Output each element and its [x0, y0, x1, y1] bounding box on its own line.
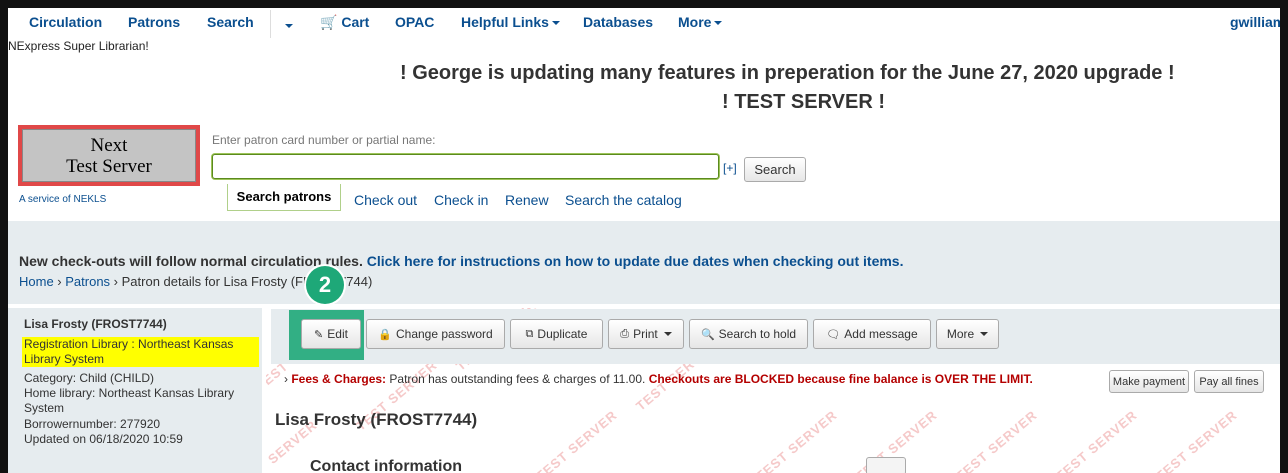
top-navigation: Circulation Patrons Search 🛒 Cart OPAC H… — [8, 8, 1280, 38]
next-test-server-logo[interactable]: Next Test Server — [18, 125, 200, 186]
printer-icon: ⎙ — [620, 327, 630, 340]
duplicate-button[interactable]: ⧉ Duplicate — [510, 319, 603, 349]
print-button[interactable]: ⎙ Print — [608, 319, 684, 349]
edit-label: Edit — [327, 327, 348, 341]
nekls-link[interactable]: A service of NEKLS — [19, 194, 106, 205]
nav-circulation[interactable]: Circulation — [29, 14, 102, 30]
patron-title: Lisa Frosty (FROST7744) — [275, 410, 478, 429]
nav-divider — [270, 10, 271, 38]
user-title: NExpress Super Librarian! — [8, 39, 149, 53]
checkouts-blocked-text: Checkouts are BLOCKED because fine balan… — [648, 372, 1033, 386]
step-number-badge: 2 — [306, 266, 344, 304]
tab-check-in[interactable]: Check in — [434, 192, 488, 208]
breadcrumb-home[interactable]: Home — [19, 274, 54, 289]
search-button[interactable]: Search — [744, 157, 806, 182]
advanced-search-toggle[interactable]: [+] — [723, 161, 737, 175]
comment-icon: 🗨 — [826, 328, 841, 341]
chevron-down-icon — [551, 21, 560, 26]
nav-more-label: More — [678, 14, 712, 30]
change-password-button[interactable]: 🔒 Change password — [366, 319, 505, 349]
change-password-label: Change password — [395, 327, 493, 341]
announcement-line1: ! George is updating many features in pr… — [400, 62, 1175, 84]
patron-category: Category: Child (CHILD) — [24, 371, 155, 385]
nav-databases[interactable]: Databases — [583, 14, 653, 30]
search-to-hold-label: Search to hold — [718, 327, 797, 341]
fees-alert: › Fees & Charges: Patron has outstanding… — [284, 372, 1033, 386]
tab-search-catalog[interactable]: Search the catalog — [565, 192, 682, 208]
chevron-down-icon — [980, 332, 989, 336]
patron-search-input[interactable] — [212, 154, 719, 179]
chevron-down-icon — [285, 24, 293, 29]
bullet-icon: › — [284, 372, 288, 386]
nav-helpful-links[interactable]: Helpful Links — [461, 14, 560, 30]
fees-label: Fees & Charges: — [291, 372, 387, 386]
pencil-icon: ✎ — [314, 328, 324, 341]
patron-home-library: Home library: Northeast Kansas Library S… — [24, 386, 235, 415]
logo-panel: Next Test Server — [22, 129, 196, 182]
nav-cart-label: Cart — [341, 14, 370, 30]
print-label: Print — [633, 327, 658, 341]
edit-section-button[interactable] — [866, 457, 906, 473]
breadcrumb-patrons[interactable]: Patrons — [65, 274, 110, 289]
logo-line1: Next — [90, 134, 128, 156]
nav-patrons[interactable]: Patrons — [128, 14, 180, 30]
registration-library: Registration Library : Northeast Kansas … — [22, 337, 259, 367]
instructions-link[interactable]: Click here for instructions on how to up… — [367, 253, 904, 269]
nav-cart[interactable]: 🛒 Cart — [320, 14, 369, 31]
tab-check-out[interactable]: Check out — [354, 192, 417, 208]
nav-search-dropdown[interactable] — [282, 17, 293, 33]
more-label: More — [946, 327, 975, 341]
pay-all-fines-button[interactable]: Pay all fines — [1194, 370, 1264, 393]
copy-icon: ⧉ — [525, 327, 534, 340]
contact-information-heading: Contact information — [310, 458, 462, 473]
search-to-hold-button[interactable]: 🔍 Search to hold — [689, 319, 808, 349]
cart-icon: 🛒 — [320, 14, 338, 30]
circulation-rules-notice: New check-outs will follow normal circul… — [19, 253, 904, 269]
search-label: Enter patron card number or partial name… — [212, 133, 436, 147]
notice-text: New check-outs will follow normal circul… — [19, 253, 363, 269]
nav-opac[interactable]: OPAC — [395, 14, 434, 30]
nav-helpful-links-label: Helpful Links — [461, 14, 549, 30]
tab-renew[interactable]: Renew — [505, 192, 549, 208]
fees-text: Patron has outstanding fees & charges of… — [389, 372, 646, 386]
add-message-button[interactable]: 🗨 Add message — [813, 319, 931, 349]
patron-updated: Updated on 06/18/2020 10:59 — [24, 432, 183, 446]
logo-line2: Test Server — [66, 155, 152, 177]
nav-search[interactable]: Search — [207, 14, 254, 30]
add-message-label: Add message — [844, 327, 918, 341]
patron-name: Lisa Frosty (FROST7744) — [24, 317, 167, 331]
tab-search-patrons[interactable]: Search patrons — [227, 184, 341, 211]
duplicate-label: Duplicate — [537, 327, 588, 341]
nav-more[interactable]: More — [678, 14, 723, 30]
chevron-down-icon — [663, 332, 672, 336]
koha-window: Circulation Patrons Search 🛒 Cart OPAC H… — [8, 8, 1280, 473]
more-button[interactable]: More — [936, 319, 999, 349]
search-icon: 🔍 — [700, 328, 715, 341]
chevron-down-icon — [714, 21, 723, 26]
nav-user[interactable]: gwilliam — [1230, 14, 1280, 30]
patron-borrowernumber: Borrowernumber: 277920 — [24, 417, 161, 431]
edit-button[interactable]: ✎ Edit — [301, 319, 361, 349]
lock-icon: 🔒 — [378, 328, 392, 341]
announcement-line2: ! TEST SERVER ! — [722, 91, 885, 113]
make-payment-button[interactable]: Make payment — [1109, 370, 1189, 393]
